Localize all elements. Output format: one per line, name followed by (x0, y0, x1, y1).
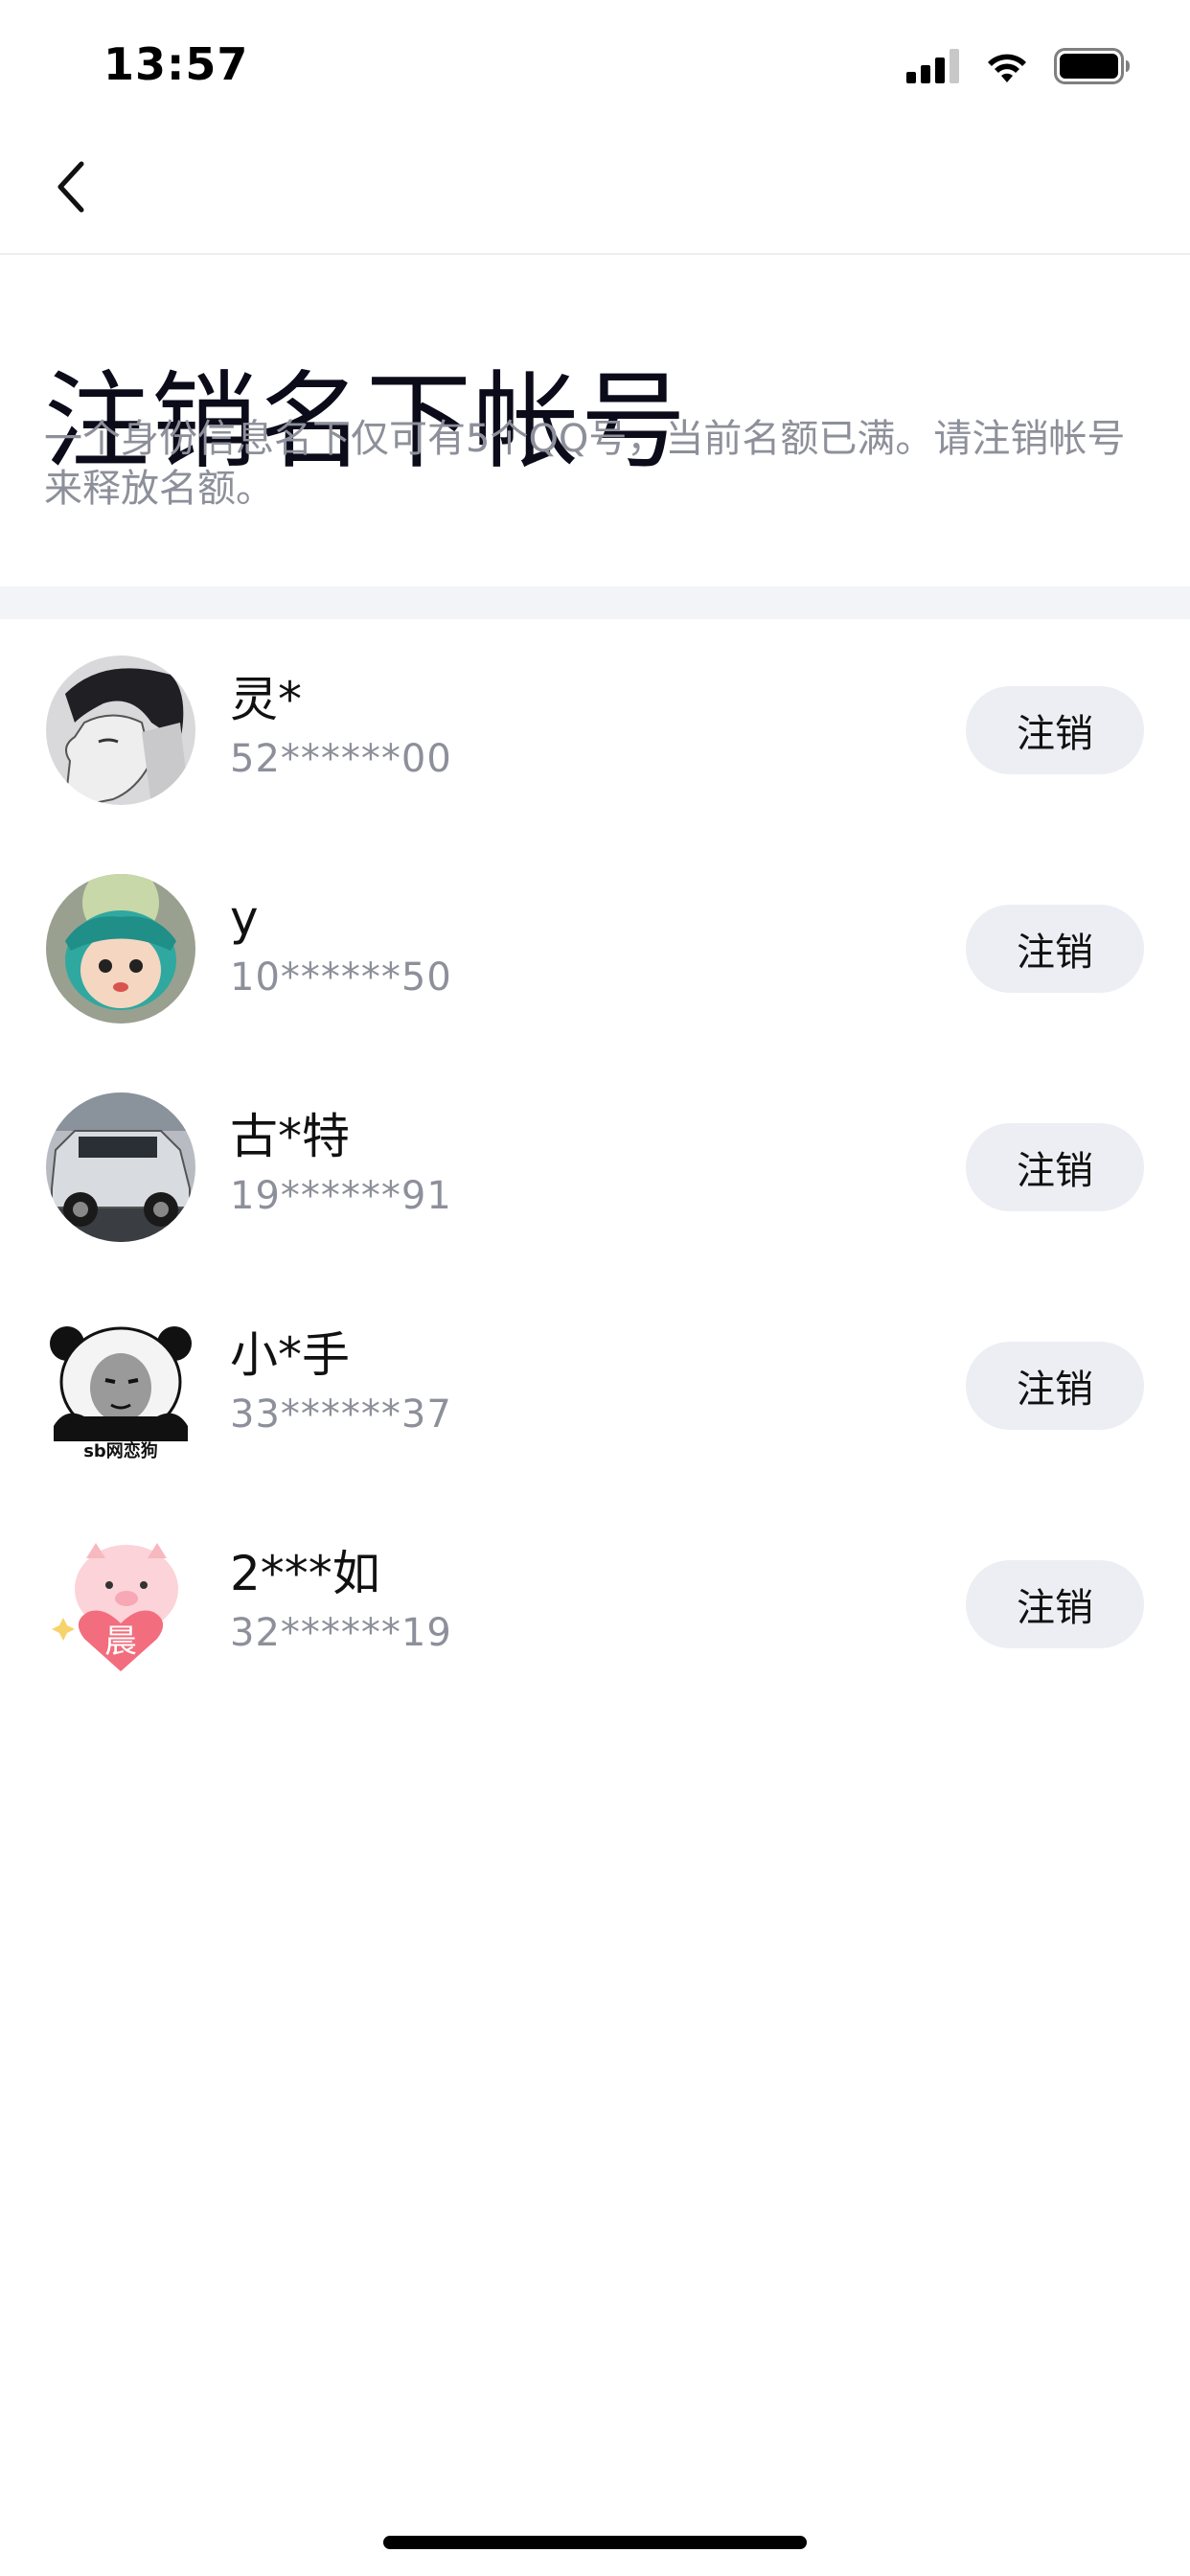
account-name: 2***如 (230, 1546, 380, 1601)
home-indicator[interactable] (383, 2536, 807, 2549)
account-item: sb网恋狗 小*手 33******37 注销 (0, 1275, 1190, 1493)
account-list: 灵* 52******00 注销 y 10******50 注销 古*特 19*… (0, 619, 1190, 1712)
account-name: 灵* (230, 672, 302, 727)
account-number: 19******91 (230, 1174, 452, 1218)
account-number: 52******00 (230, 737, 452, 781)
pink-pig-avatar: 晨 (46, 1530, 195, 1679)
status-time: 13:57 (103, 38, 249, 90)
account-item: y 10******50 注销 (0, 838, 1190, 1056)
account-number: 32******19 (230, 1611, 452, 1655)
battery-icon (1054, 48, 1131, 88)
anime-boy-avatar (46, 656, 195, 805)
account-number: 33******37 (230, 1392, 452, 1437)
nav-bar (0, 126, 1190, 255)
account-item: 灵* 52******00 注销 (0, 619, 1190, 838)
suv-car-avatar (46, 1092, 195, 1242)
status-bar: 13:57 (0, 0, 1190, 126)
account-number: 10******50 (230, 955, 452, 1000)
deregister-button[interactable]: 注销 (966, 1560, 1144, 1648)
status-icons (906, 48, 1131, 88)
back-button[interactable] (38, 155, 105, 222)
section-divider (0, 586, 1190, 619)
account-item: 古*特 19******91 注销 (0, 1056, 1190, 1275)
wifi-icon (983, 48, 1031, 88)
figure-doll-avatar (46, 874, 195, 1024)
chevron-left-icon (53, 158, 91, 219)
avatar-caption: sb网恋狗 (83, 1440, 158, 1460)
deregister-button[interactable]: 注销 (966, 905, 1144, 993)
account-item: 晨 2***如 32******19 注销 (0, 1493, 1190, 1712)
account-name: 小*手 (230, 1327, 350, 1383)
page-description: 一个身份信息名下仅可有5个QQ号，当前名额已满。请注销帐号来释放名额。 (44, 417, 1126, 511)
deregister-button[interactable]: 注销 (966, 686, 1144, 774)
account-name: y (230, 890, 259, 946)
cellular-signal-icon (906, 49, 960, 87)
panda-meme-avatar: sb网恋狗 (46, 1311, 195, 1460)
deregister-button[interactable]: 注销 (966, 1123, 1144, 1211)
avatar-caption: 晨 (104, 1622, 137, 1661)
deregister-button[interactable]: 注销 (966, 1342, 1144, 1430)
account-name: 古*特 (230, 1109, 350, 1164)
